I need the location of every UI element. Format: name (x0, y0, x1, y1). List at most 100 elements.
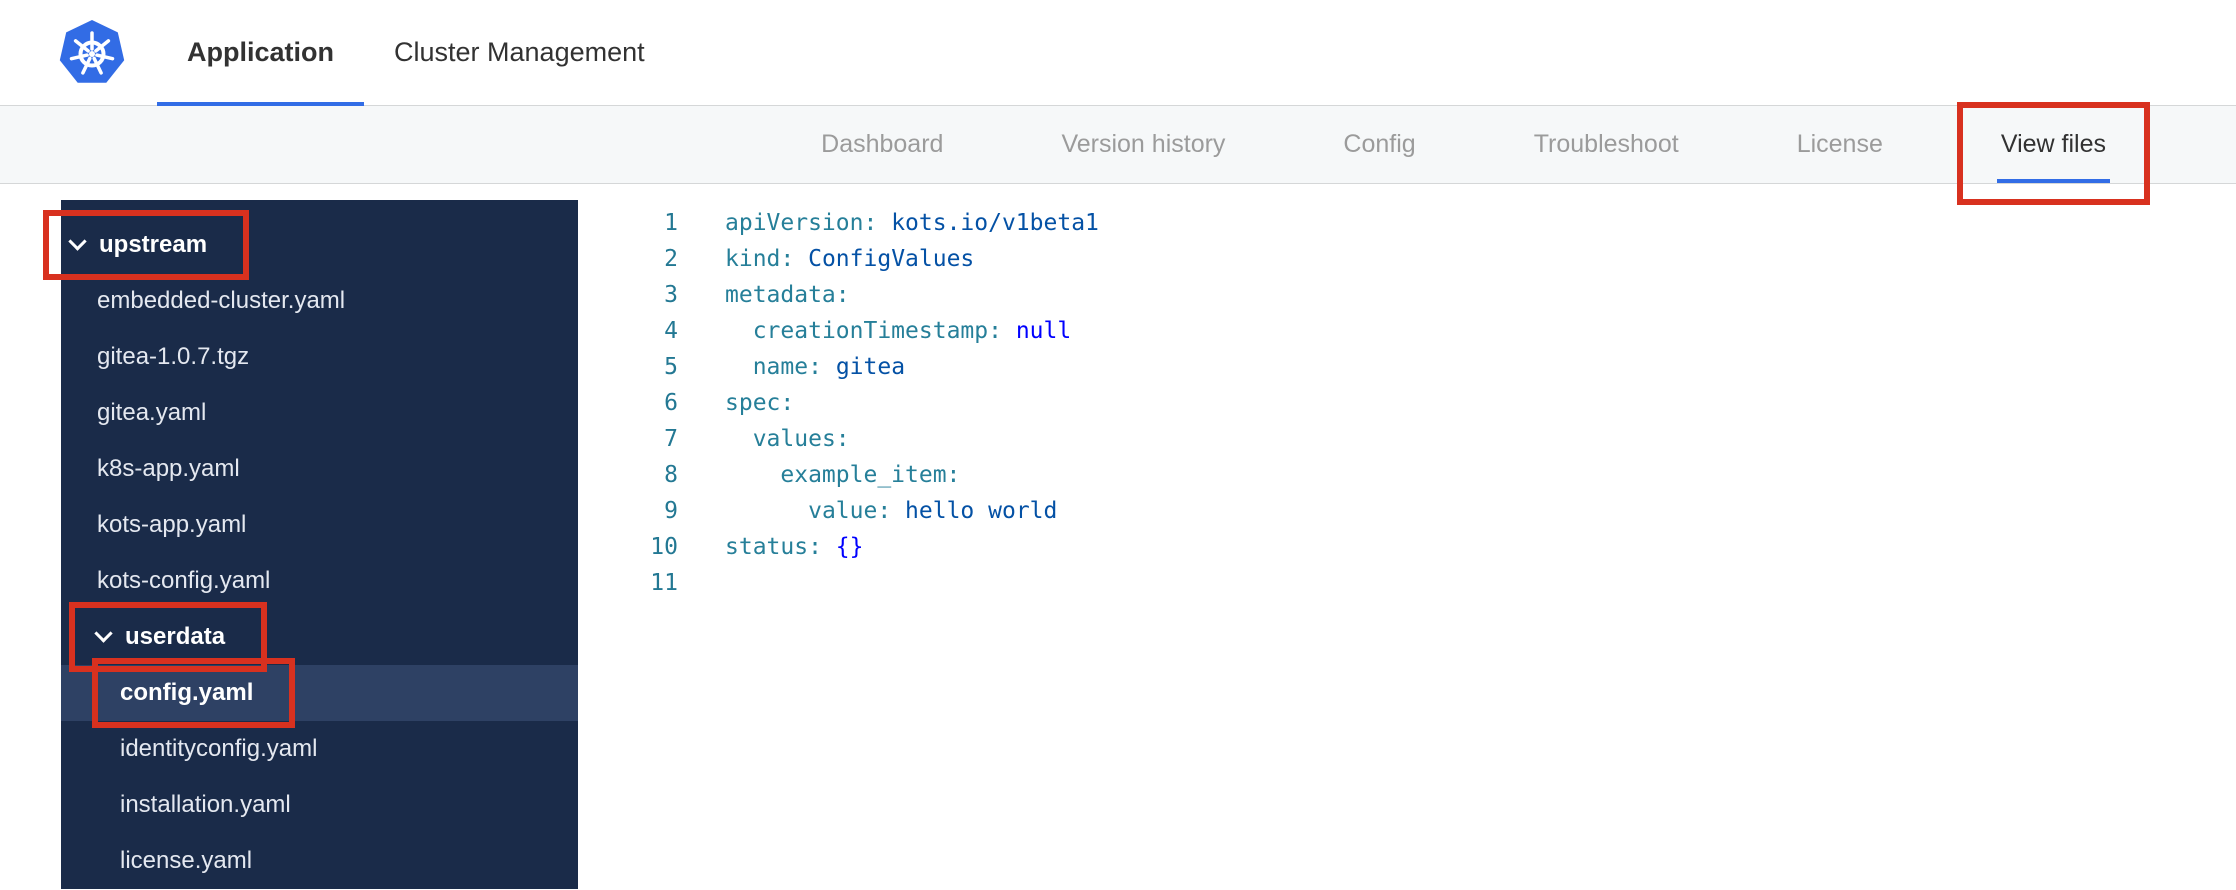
tab-config[interactable]: Config (1343, 106, 1415, 183)
tree-file-gitea-yaml[interactable]: gitea.yaml (61, 385, 578, 441)
code-line: 1 apiVersion: kots.io/v1beta1 (578, 205, 2236, 241)
tree-row-content: embedded-cluster.yaml (97, 273, 345, 329)
tree-item-label: gitea.yaml (97, 399, 207, 426)
code-token: name: (752, 354, 822, 380)
tree-item-label: embedded-cluster.yaml (97, 287, 346, 314)
code-token: example_item: (780, 462, 961, 488)
code-token: kots.io/v1beta1 (891, 210, 1099, 236)
tree-row-content: userdata (69, 602, 268, 672)
tab-label: License (1796, 130, 1883, 158)
line-number: 4 (664, 318, 678, 344)
file-tree-panel: upstream embedded-cluster.yaml gitea-1.0.7… (43, 200, 578, 889)
top-tab-cluster-management[interactable]: Cluster Management (364, 0, 675, 105)
tab-label: Dashboard (821, 130, 944, 158)
tree-file-embedded-cluster-yaml[interactable]: embedded-cluster.yaml (61, 273, 578, 329)
tab-label: View files (2000, 130, 2106, 158)
code-area[interactable]: 1 apiVersion: kots.io/v1beta1 2 kind: Confi… (578, 205, 2236, 601)
app-subnav: Dashboard Version history Config Troublesho… (0, 102, 2236, 205)
tree-row-content: kots-app.yaml (97, 497, 246, 553)
tab-label: Troubleshoot (1533, 130, 1679, 158)
tree-file-config-yaml[interactable]: config.yaml (61, 658, 578, 728)
top-bar: Application Cluster Management (0, 0, 2236, 106)
code-token: apiVersion: (725, 210, 878, 236)
tree-folder-userdata[interactable]: userdata (61, 602, 578, 672)
code-token: null (1015, 318, 1072, 344)
code-line: 3 metadata: (578, 277, 2236, 313)
line-content: spec: (725, 385, 794, 421)
line-number: 3 (664, 282, 678, 308)
code-token: creationTimestamp: (752, 318, 1002, 344)
tab-label: Version history (1061, 130, 1226, 158)
tree-item-label: userdata (125, 623, 226, 650)
tree-file-gitea-1-0-7-tgz[interactable]: gitea-1.0.7.tgz (61, 329, 578, 385)
tree-item-label: kots-app.yaml (97, 511, 247, 538)
tree-file-kots-app-yaml[interactable]: kots-app.yaml (61, 497, 578, 553)
code-line: 2 kind: ConfigValues (578, 241, 2236, 277)
chevron-down-icon (68, 232, 87, 251)
line-content: value: hello world (725, 493, 1057, 529)
code-line: 4 creationTimestamp: null (578, 313, 2236, 349)
line-number: 1 (664, 210, 678, 236)
tree-folder-upstream[interactable]: upstream (43, 210, 578, 280)
tree-item-label: config.yaml (120, 679, 254, 706)
code-line: 8 example_item: (578, 457, 2236, 493)
tree-item-label: kots-config.yaml (97, 567, 271, 594)
tree-row-content: config.yaml (92, 658, 296, 728)
tree-row-content: gitea-1.0.7.tgz (97, 329, 249, 385)
tab-license[interactable]: License (1797, 106, 1883, 183)
line-number: 8 (664, 462, 678, 488)
line-number: 2 (664, 246, 678, 272)
top-tab-application[interactable]: Application (157, 0, 364, 106)
tree-file-identityconfig-yaml[interactable]: identityconfig.yaml (61, 721, 578, 777)
tree-file-k8s-app-yaml[interactable]: k8s-app.yaml (61, 441, 578, 497)
code-token: status: (725, 534, 822, 560)
line-number: 10 (650, 534, 678, 560)
tree-file-license-yaml[interactable]: license.yaml (61, 833, 578, 889)
code-line: 10 status: {} (578, 529, 2236, 565)
tab-view-files[interactable]: View files (1956, 102, 2150, 205)
tree-item-label: k8s-app.yaml (97, 455, 240, 482)
code-line: 5 name: gitea (578, 349, 2236, 385)
code-line: 9 value: hello world (578, 493, 2236, 529)
file-editor[interactable]: 1 apiVersion: kots.io/v1beta1 2 kind: Confi… (578, 184, 2236, 889)
tree-item-label: installation.yaml (120, 791, 291, 818)
line-content: example_item: (725, 457, 960, 493)
line-content: kind: ConfigValues (725, 241, 974, 277)
kubernetes-logo-icon (58, 0, 126, 105)
tab-troubleshoot[interactable]: Troubleshoot (1534, 106, 1679, 183)
tab-label: Config (1343, 130, 1416, 158)
code-token: values: (752, 426, 850, 452)
line-number: 9 (664, 498, 678, 524)
code-line: 11 (578, 565, 2236, 601)
tree-item-label: license.yaml (120, 847, 253, 874)
tree-file-kots-config-yaml[interactable]: kots-config.yaml (61, 553, 578, 609)
tree-item-label: gitea-1.0.7.tgz (97, 343, 250, 370)
code-token: ConfigValues (808, 246, 975, 272)
code-token: kind: (725, 246, 795, 272)
tab-dashboard[interactable]: Dashboard (821, 106, 943, 183)
code-line: 6 spec: (578, 385, 2236, 421)
line-content: metadata: (725, 277, 850, 313)
tab-version-history[interactable]: Version history (1061, 106, 1225, 183)
chevron-down-icon (94, 624, 113, 643)
tree-file-installation-yaml[interactable]: installation.yaml (61, 777, 578, 833)
page-body: upstream embedded-cluster.yaml gitea-1.0.7… (0, 184, 2236, 889)
line-number: 6 (664, 390, 678, 416)
code-token: metadata: (725, 282, 850, 308)
tree-item-label: upstream (99, 231, 208, 258)
top-tabs: Application Cluster Management (157, 0, 675, 106)
line-number: 11 (650, 570, 678, 596)
line-content: values: (725, 421, 850, 457)
line-content: apiVersion: kots.io/v1beta1 (725, 205, 1099, 241)
tree-row-content: kots-config.yaml (97, 553, 270, 609)
line-content: status: {} (725, 529, 864, 565)
